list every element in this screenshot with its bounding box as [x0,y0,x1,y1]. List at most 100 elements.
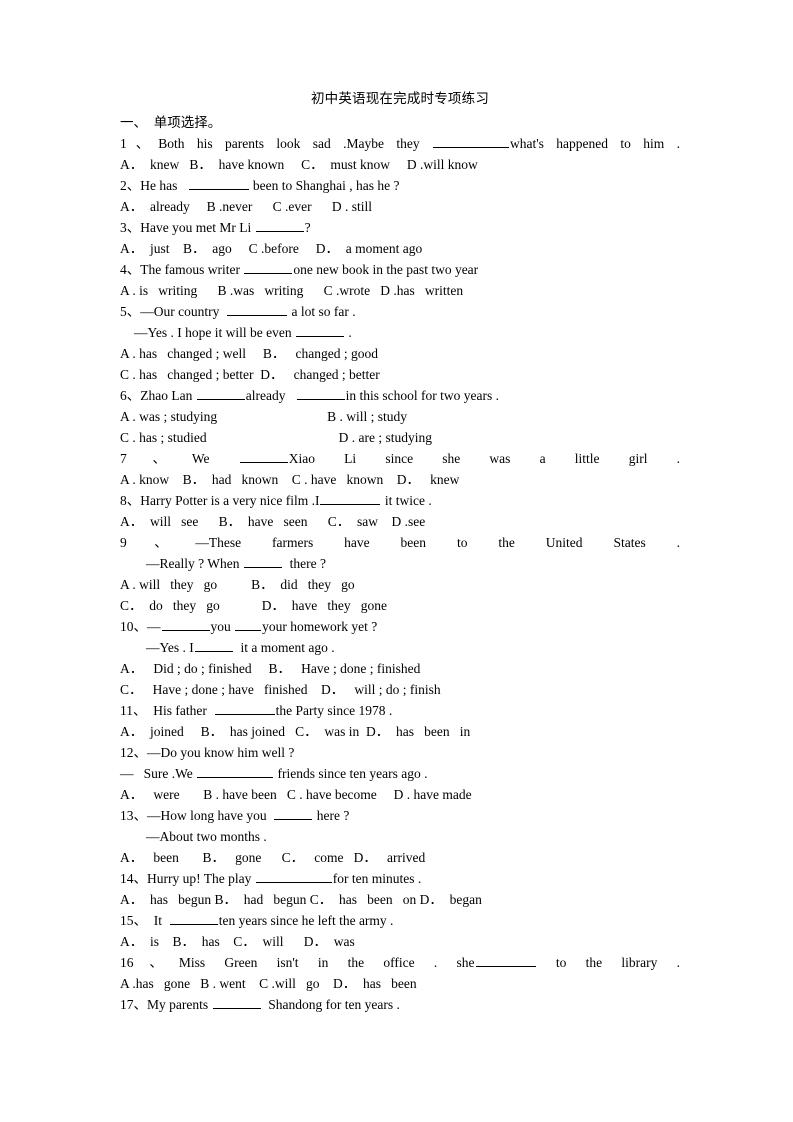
question-17-stem-part-1: My parents [147,997,209,1012]
answer-blank[interactable] [169,912,218,925]
answer-blank[interactable] [188,177,249,190]
question-7-stem-part-2: Xiao Li since she was a little girl . [288,451,681,466]
question-10-reply-after: it a moment ago . [240,640,335,655]
question-6-stem-part-2: already [245,388,286,403]
question-1-options: A． knew B． have known C． must know D .wi… [120,157,478,172]
question-6-option-left: A . was ; studying [120,409,218,424]
answer-blank[interactable] [243,555,282,568]
question-11-stem-part-1: His father [153,703,207,718]
question-14-stem-part-1: Hurry up! The play [147,871,252,886]
answer-blank[interactable] [274,807,313,820]
question-10-stem-mid: you [210,619,231,634]
question-9-option-left: C． do they go [120,598,220,613]
question-12-reply-before: Sure .We [143,766,193,781]
question-4-number: 4、 [120,262,141,277]
question-15-stem-part-1: It [153,913,162,928]
answer-blank[interactable] [296,387,345,400]
question-13-stem-before: —How long have you [147,808,267,823]
question-15-number: 15、 [120,913,147,928]
question-10-number: 10、 [120,619,147,634]
answer-blank[interactable] [320,492,381,505]
question-5-options-line-2: C . has changed ; better D． changed ; be… [120,367,380,382]
answer-blank[interactable] [197,765,274,778]
answer-blank[interactable] [196,387,245,400]
question-5-options-line-1: A . has changed ; well B． changed ; good [120,346,378,361]
question-16-stem: 16、Miss Green isn't in the office . she … [120,952,680,973]
question-12-number: 12、 [120,745,147,760]
worksheet-page: 初中英语现在完成时专项练习 一、 单项选择。 1、Both his parent… [0,0,793,1122]
question-10-reply: —Yes . I it a moment ago . [120,637,680,658]
question-6-option-left: C . has ; studied [120,430,207,445]
question-14-number: 14、 [120,871,147,886]
question-1-stem-part-2: what's happened to him . [509,136,680,151]
question-4-stem: 4、The famous writer one new book in the … [120,259,680,280]
page-title: 初中英语现在完成时专项练习 [310,91,490,106]
question-4-options: A . is writing B .was writing C .wrote D… [120,283,464,298]
question-1-stem-part-1: Both his parents look sad .Maybe they [158,136,420,151]
question-7-stem: 7、We Xiao Li since she was a little girl… [120,448,680,469]
question-9-options-row-1: A . will they go B． did they go [120,574,680,595]
question-16-stem-part-1: Miss Green isn't in the office . she [178,955,475,970]
question-15-options: A． is B． has C． will D． was [120,934,355,949]
question-9-option-right: B． did they go [251,577,355,592]
question-17-stem-part-2: Shandong for ten years . [268,997,400,1012]
question-16-options: A .has gone B . went C .will go D． has b… [120,976,417,991]
question-5-stem-dash: —Our country [140,304,220,319]
question-15-stem: 15、 It ten years since he left the army … [120,910,680,931]
question-6-stem-part-1: Zhao Lan [140,388,193,403]
question-7-options: A . know B． had known C . have known D． … [120,472,460,487]
question-1-stem: 1、Both his parents look sad .Maybe they … [120,133,680,154]
question-13-reply: —About two months . [146,829,267,844]
question-9-reply-after: there ? [289,556,326,571]
question-11-stem-part-2: the Party since 1978 . [275,703,393,718]
answer-blank[interactable] [475,954,536,967]
answer-blank[interactable] [239,450,288,463]
question-9-option-left: A . will they go [120,577,218,592]
answer-blank[interactable] [244,261,293,274]
question-5-reply-after: . [348,325,352,340]
question-9-stem-line: —These farmers have been to the United S… [195,535,680,550]
question-2-stem-part-1: He has [140,178,178,193]
answer-blank[interactable] [214,702,275,715]
question-12-reply: — Sure .We friends since ten years ago . [120,763,680,784]
answer-blank[interactable] [432,135,509,148]
answer-blank[interactable] [227,303,288,316]
question-12-reply-after: friends since ten years ago . [277,766,428,781]
question-5-reply: —Yes . I hope it will be even . [120,322,680,343]
question-13-stem-after: here ? [316,808,350,823]
question-5-stem: 5、—Our country a lot so far . [120,301,680,322]
question-6-number: 6、 [120,388,141,403]
question-10-stem-after: your homework yet ? [262,619,378,634]
question-9-reply: —Really ? When there ? [120,553,680,574]
answer-blank[interactable] [161,618,210,631]
question-12-options: A． were B . have been C . have become D … [120,787,472,802]
question-3-stem: 3、Have you met Mr Li ? [120,217,680,238]
question-10-reply-before: —Yes . I [146,640,194,655]
question-4-stem-part-2: one new book in the past two year [293,262,479,277]
question-8-options: A． will see B． have seen C． saw D .see [120,514,426,529]
answer-blank[interactable] [235,618,262,631]
question-9-option-right: D． have they gone [261,598,387,613]
question-16-number: 16、 [120,955,179,970]
question-7-stem-part-1: We [191,451,210,466]
answer-blank[interactable] [194,639,233,652]
question-5-reply-before: —Yes . I hope it will be even [134,325,292,340]
answer-blank[interactable] [212,996,261,1009]
question-14-stem: 14、Hurry up! The play for ten minutes . [120,868,680,889]
question-15-stem-part-2: ten years since he left the army . [218,913,394,928]
question-9-options-row-2: C． do they go D． have they gone [120,595,680,616]
question-14-stem-part-2: for ten minutes . [332,871,422,886]
answer-blank[interactable] [296,324,344,337]
question-6-option-right: B . will ; study [327,409,408,424]
question-10-options-line-1: A． Did ; do ; finished B． Have ; done ; … [120,661,421,676]
question-16-stem-part-2: to the library . [555,955,680,970]
answer-blank[interactable] [255,870,332,883]
question-3-stem-part-2: ? [304,220,311,235]
question-11-stem: 11、 His father the Party since 1978 . [120,700,680,721]
answer-blank[interactable] [255,219,304,232]
question-6-option-right: D . are ; studying [338,430,432,445]
question-6-stem: 6、Zhao Lan already in this school for tw… [120,385,680,406]
question-3-options: A． just B． ago C .before D． a moment ago [120,241,423,256]
question-12-stem-line: —Do you know him well ? [147,745,295,760]
question-5-number: 5、 [120,304,141,319]
